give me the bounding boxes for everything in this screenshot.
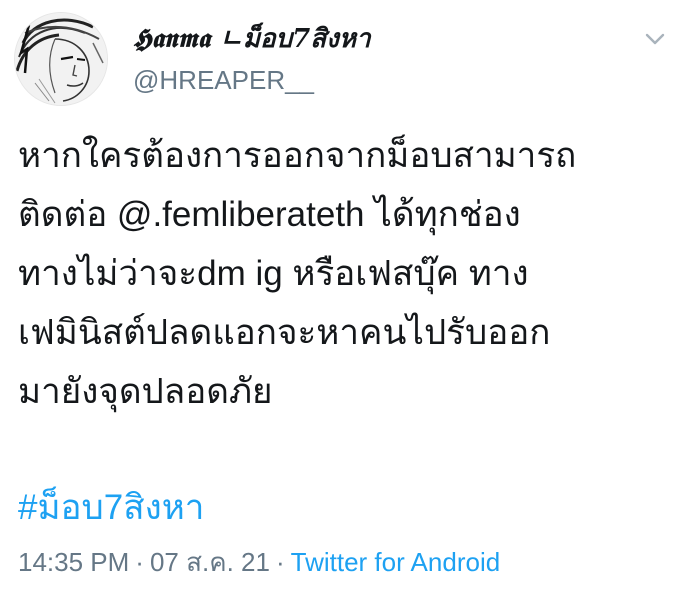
chevron-down-icon xyxy=(645,33,665,45)
tweet-card: 𝕳𝖆𝖓𝖒𝖆 ㄴม็อบ7สิงหา @HREAPER__ หากใครต้องก… xyxy=(0,0,684,591)
source-link[interactable]: Twitter for Android xyxy=(291,547,501,577)
tweet-text-line: หากใครต้องการออกจากม็อบสามารถ xyxy=(18,136,577,175)
tweet-metadata: 14:35 PM · 07 ส.ค. 21 · Twitter for Android xyxy=(18,544,500,580)
author-display-name[interactable]: 𝕳𝖆𝖓𝖒𝖆 ㄴม็อบ7สิงหา xyxy=(133,22,371,56)
tweet-date[interactable]: 07 ส.ค. 21 xyxy=(150,547,270,577)
tweet-text-line: เฟมินิสต์ปลดแอกจะหาคนไปรับออก xyxy=(18,313,551,352)
more-options-button[interactable] xyxy=(640,28,670,50)
tweet-text-line: ติดต่อ @.femliberateth ได้ทุกช่อง xyxy=(18,195,521,234)
avatar[interactable] xyxy=(14,12,108,106)
tweet-text-line: มายังจุดปลอดภัย xyxy=(18,372,273,411)
author-handle[interactable]: @HREAPER__ xyxy=(133,63,314,97)
separator: · xyxy=(135,547,144,577)
tweet-text-line: ทางไม่ว่าจะdm ig หรือเฟสบุ๊ค ทาง xyxy=(18,254,529,293)
separator: · xyxy=(275,547,285,577)
tweet-text: หากใครต้องการออกจากม็อบสามารถ ติดต่อ @.f… xyxy=(18,126,668,421)
tweet-time[interactable]: 14:35 PM xyxy=(18,547,129,577)
hashtag-link[interactable]: #ม็อบ7สิงหา xyxy=(18,484,204,532)
avatar-sketch-icon xyxy=(15,13,107,105)
